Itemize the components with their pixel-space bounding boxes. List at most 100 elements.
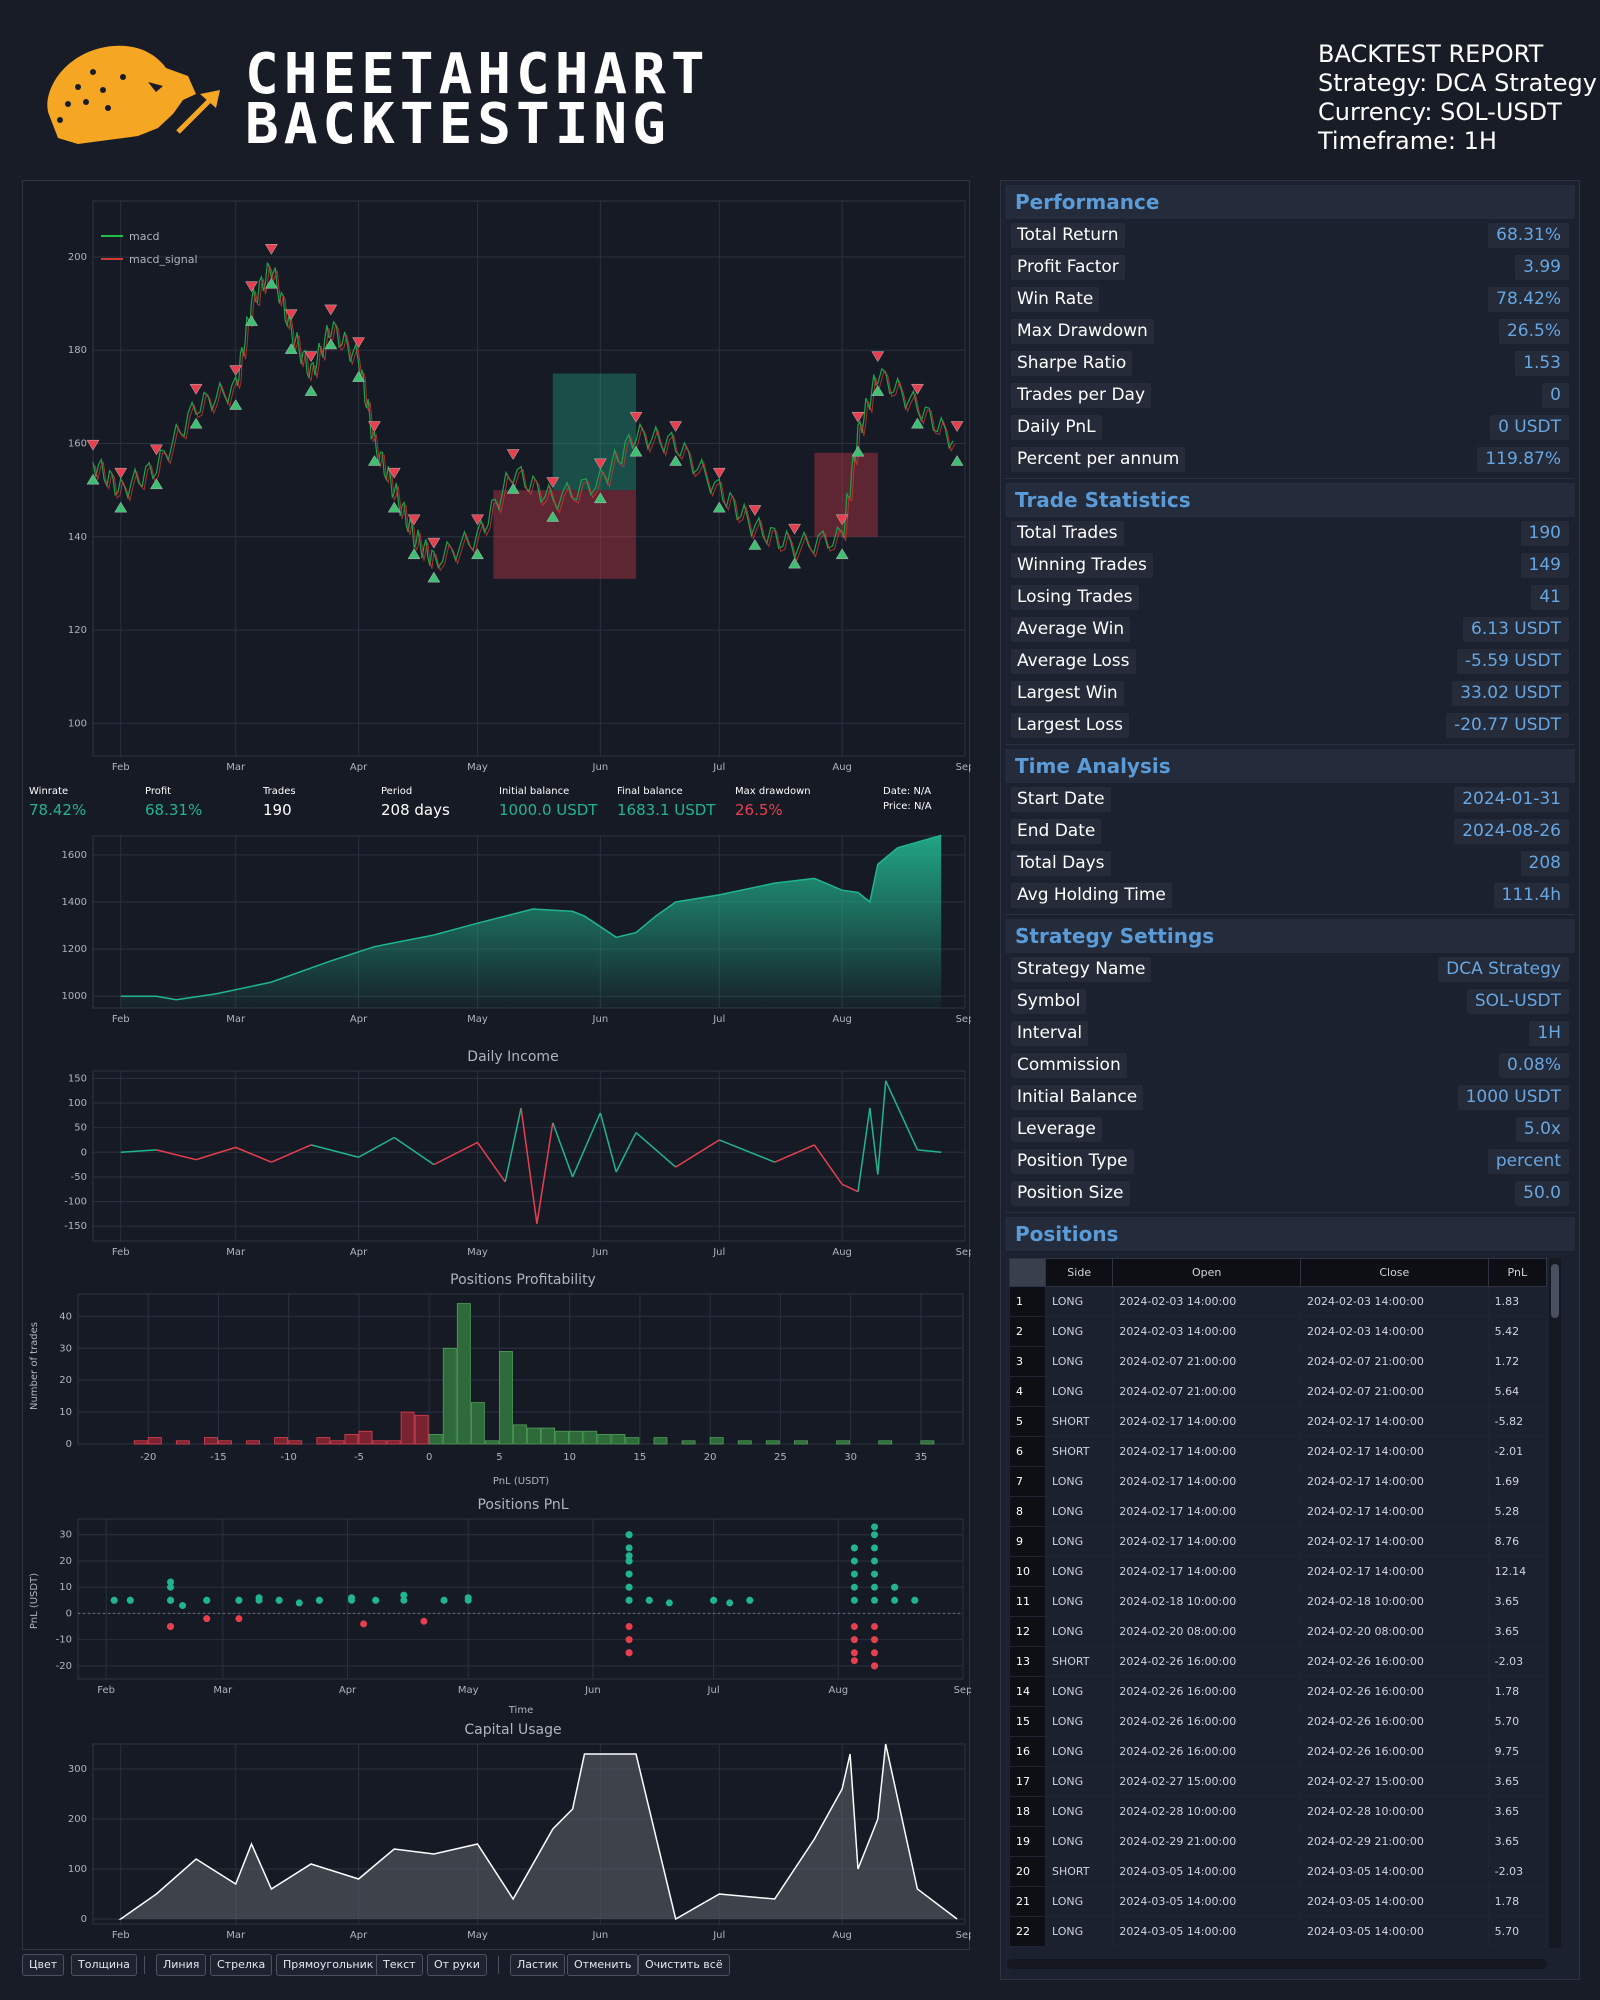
vertical-scrollbar[interactable] [1549, 1258, 1561, 1948]
position-row[interactable]: 6 SHORT 2024-02-17 14:00:00 2024-02-17 14:0… [1009, 1436, 1548, 1467]
histogram-bar [836, 1440, 851, 1445]
position-index: 4 [1009, 1376, 1046, 1407]
column-header-open[interactable]: Open [1112, 1258, 1302, 1287]
position-close: 2024-03-05 14:00:00 [1300, 1916, 1489, 1947]
y-tick-label: 200 [68, 252, 87, 263]
positions-title: Positions [1005, 1217, 1575, 1251]
trade-stats-title: Trade Statistics [1005, 483, 1575, 517]
position-side: LONG [1044, 1796, 1114, 1827]
position-row[interactable]: 20 SHORT 2024-03-05 14:00:00 2024-03-05 14:… [1009, 1856, 1548, 1887]
performance-label: Win Rate [1011, 287, 1100, 312]
column-header-side[interactable]: Side [1044, 1258, 1114, 1287]
y-tick-label: 1400 [62, 897, 87, 908]
pnl-point [420, 1617, 428, 1625]
position-row[interactable]: 21 LONG 2024-03-05 14:00:00 2024-03-05 14:0… [1009, 1886, 1548, 1917]
arrow-tool-button[interactable]: Стрелка [210, 1954, 273, 1976]
position-row[interactable]: 19 LONG 2024-02-29 21:00:00 2024-02-29 21:0… [1009, 1826, 1548, 1857]
freehand-tool-button[interactable]: От руки [427, 1954, 487, 1976]
x-tick-label: Feb [112, 762, 130, 773]
histogram-bar [372, 1440, 387, 1445]
position-row[interactable]: 5 SHORT 2024-02-17 14:00:00 2024-02-17 14:0… [1009, 1406, 1548, 1437]
text-tool-button[interactable]: Текст [376, 1954, 423, 1976]
histogram-bar [400, 1411, 415, 1445]
performance-label: Total Return [1011, 223, 1125, 248]
histogram-bar [611, 1434, 626, 1445]
line-tool-button[interactable]: Линия [156, 1954, 207, 1976]
x-tick-label: Jun [592, 1014, 609, 1025]
pnl-point [726, 1599, 734, 1607]
pnl-point [871, 1623, 878, 1631]
trades-label: Trades [263, 786, 296, 797]
setting-label: Position Size [1011, 1181, 1130, 1206]
equity-chart[interactable]: 1000 1200 1400 1600 Feb Mar Apr May Jun Jul Aug Sep [23, 826, 971, 1041]
thickness-button[interactable]: Толщина [71, 1954, 137, 1976]
clear-all-button[interactable]: Очистить всё [638, 1954, 730, 1976]
positions-pnl-chart[interactable]: Positions PnL 30 20 10 0 -10 -20 Feb Mar Apr May Ju… [23, 1491, 971, 1716]
trade-stats-section: Trade Statistics Total Trades 190 Winning … [1001, 483, 1579, 745]
undo-button[interactable]: Отменить [567, 1954, 639, 1976]
daily-income-chart[interactable]: Daily Income 150 100 50 0 -50 -100 -150 Feb Mar Ap… [23, 1041, 971, 1266]
index-header [1009, 1258, 1046, 1287]
pnl-point [871, 1523, 878, 1531]
positions-table-wrap[interactable]: Side Open Close PnL 1 LONG 2024-02-03 14:00:0… [1009, 1258, 1565, 1958]
time-stat-value: 208 [1520, 851, 1569, 876]
position-index: 16 [1009, 1736, 1046, 1767]
performance-row: Profit Factor 3.99 [1005, 251, 1575, 283]
report-strategy: Strategy: DCA Strategy [1318, 69, 1597, 97]
pnl-point [235, 1615, 243, 1623]
setting-row: Leverage 5.0x [1005, 1113, 1575, 1145]
toolbar-divider [144, 1956, 145, 1974]
time-stat-label: End Date [1011, 819, 1102, 844]
position-open: 2024-02-28 10:00:00 [1112, 1796, 1302, 1827]
position-row[interactable]: 9 LONG 2024-02-17 14:00:00 2024-02-17 14:00… [1009, 1526, 1548, 1557]
position-row[interactable]: 14 LONG 2024-02-26 16:00:00 2024-02-26 16:0… [1009, 1676, 1548, 1707]
position-row[interactable]: 22 LONG 2024-03-05 14:00:00 2024-03-05 14:0… [1009, 1916, 1548, 1947]
brand-wordmark: CHEETAHCHART BACKTESTING [245, 47, 710, 153]
y-tick-label: 0 [81, 1914, 87, 1925]
position-row[interactable]: 18 LONG 2024-02-28 10:00:00 2024-02-28 10:0… [1009, 1796, 1548, 1827]
position-pnl: -2.03 [1487, 1646, 1548, 1677]
position-row[interactable]: 17 LONG 2024-02-27 15:00:00 2024-02-27 15:0… [1009, 1766, 1548, 1797]
performance-value: 3.99 [1515, 255, 1569, 280]
trade-stat-row: Winning Trades 149 [1005, 549, 1575, 581]
position-row[interactable]: 11 LONG 2024-02-18 10:00:00 2024-02-18 10:0… [1009, 1586, 1548, 1617]
column-header-pnl[interactable]: PnL [1487, 1258, 1548, 1287]
setting-label: Interval [1011, 1021, 1089, 1046]
horizontal-scrollbar[interactable] [1007, 1959, 1547, 1969]
position-pnl: 3.65 [1487, 1826, 1548, 1857]
rectangle-tool-button[interactable]: Прямоугольник [276, 1954, 381, 1976]
column-header-close[interactable]: Close [1300, 1258, 1489, 1287]
profit-label: Profit [145, 786, 172, 797]
position-row[interactable]: 13 SHORT 2024-02-26 16:00:00 2024-02-26 16:… [1009, 1646, 1548, 1677]
position-side: LONG [1044, 1676, 1114, 1707]
color-button[interactable]: Цвет [22, 1954, 65, 1976]
x-tick-label: 25 [774, 1452, 787, 1463]
pnl-point [167, 1623, 175, 1631]
histogram-bar [246, 1440, 261, 1445]
summary-profit: Profit 68.31% [145, 786, 202, 819]
capital-usage-chart[interactable]: Capital Usage 0 100 200 300 Feb Mar Apr May Jun Ju… [23, 1716, 971, 1946]
position-row[interactable]: 4 LONG 2024-02-07 21:00:00 2024-02-07 21:00… [1009, 1376, 1548, 1407]
position-close: 2024-02-27 15:00:00 [1300, 1766, 1489, 1797]
position-row[interactable]: 3 LONG 2024-02-07 21:00:00 2024-02-07 21:00… [1009, 1346, 1548, 1377]
position-row[interactable]: 2 LONG 2024-02-03 14:00:00 2024-02-03 14:00… [1009, 1316, 1548, 1347]
scrollbar-thumb[interactable] [1551, 1264, 1559, 1318]
performance-label: Trades per Day [1011, 383, 1152, 408]
y-tick-label: 120 [68, 625, 87, 636]
position-row[interactable]: 8 LONG 2024-02-17 14:00:00 2024-02-17 14:00… [1009, 1496, 1548, 1527]
price-chart[interactable]: 100 120 140 160 180 200 Feb Mar Apr May Jun Jul Aug S… [23, 181, 971, 781]
eraser-button[interactable]: Ластик [510, 1954, 566, 1976]
summary-period: Period 208 days [381, 786, 450, 819]
position-row[interactable]: 1 LONG 2024-02-03 14:00:00 2024-02-03 14:00… [1009, 1286, 1548, 1317]
positions-profitability-chart[interactable]: Positions Profitability 0 10 20 30 40 -20 -15 -1… [23, 1266, 971, 1491]
pnl-point [850, 1657, 858, 1665]
position-row[interactable]: 16 LONG 2024-02-26 16:00:00 2024-02-26 16:0… [1009, 1736, 1548, 1767]
position-pnl: 5.28 [1487, 1496, 1548, 1527]
position-row[interactable]: 10 LONG 2024-02-17 14:00:00 2024-02-17 14:0… [1009, 1556, 1548, 1587]
histogram-bar [204, 1437, 218, 1445]
setting-label: Position Type [1011, 1149, 1134, 1174]
position-row[interactable]: 12 LONG 2024-02-20 08:00:00 2024-02-20 08:0… [1009, 1616, 1548, 1647]
position-pnl: 12.14 [1487, 1556, 1548, 1587]
position-row[interactable]: 15 LONG 2024-02-26 16:00:00 2024-02-26 16:0… [1009, 1706, 1548, 1737]
position-row[interactable]: 7 LONG 2024-02-17 14:00:00 2024-02-17 14:00… [1009, 1466, 1548, 1497]
